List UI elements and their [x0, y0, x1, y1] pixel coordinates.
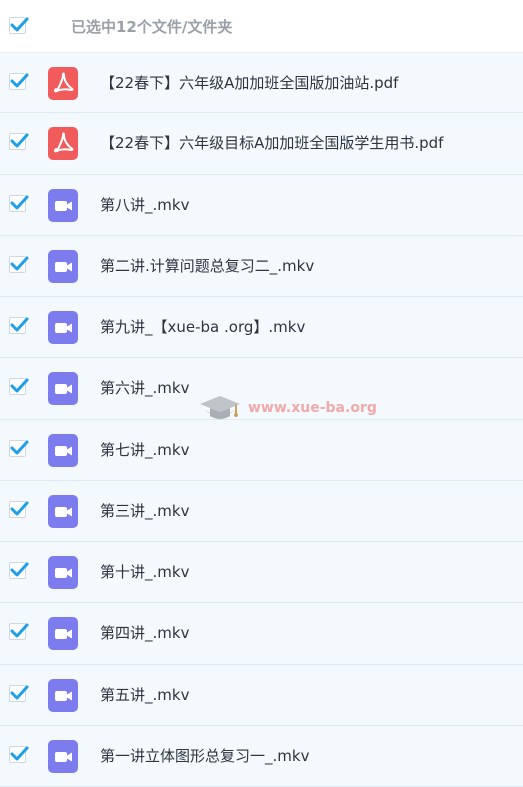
video-icon — [48, 433, 78, 467]
file-checkbox[interactable] — [9, 745, 29, 763]
file-checkbox[interactable] — [9, 133, 29, 151]
file-row[interactable]: 【22春下】六年级A加加班全国版加油站.pdf — [0, 52, 523, 114]
checkmark-icon — [10, 133, 29, 148]
file-checkbox[interactable] — [9, 255, 29, 273]
file-checkbox[interactable] — [9, 317, 29, 334]
file-row[interactable]: 第四讲_.mkv — [0, 603, 523, 665]
video-icon — [48, 372, 78, 406]
pdf-icon — [48, 127, 78, 161]
file-row[interactable]: 第二讲.计算问题总复习二_.mkv — [0, 235, 523, 297]
file-checkbox[interactable] — [9, 562, 29, 579]
select-all-checkbox[interactable] — [9, 17, 29, 34]
checkmark-icon — [10, 440, 29, 454]
checkmark-icon — [10, 17, 29, 32]
file-checkbox[interactable] — [9, 194, 29, 212]
checkmark-icon — [10, 562, 29, 577]
file-row[interactable]: 第三讲_.mkv — [0, 480, 523, 542]
video-icon — [48, 188, 78, 222]
file-checkbox[interactable] — [9, 684, 29, 702]
file-row[interactable]: 第七讲_.mkv — [0, 419, 523, 481]
file-name: 第七讲_.mkv — [100, 440, 190, 459]
file-row[interactable]: 第八讲_.mkv — [0, 174, 523, 236]
pdf-icon — [48, 67, 78, 100]
video-icon — [48, 249, 78, 283]
file-name: 【22春下】六年级目标A加加班全国版学生用书.pdf — [100, 134, 444, 153]
file-name: 第六讲_.mkv — [100, 379, 190, 398]
file-list: 【22春下】六年级A加加班全国版加油站.pdf 【22春下】六年级目标A加加班全国… — [0, 52, 523, 787]
file-checkbox[interactable] — [9, 73, 29, 90]
checkmark-icon — [10, 378, 29, 393]
file-name: 第八讲_.mkv — [100, 195, 190, 214]
file-row[interactable]: 第六讲_.mkv — [0, 358, 523, 420]
checkmark-icon — [10, 73, 29, 88]
checkmark-icon — [10, 501, 29, 516]
checkmark-icon — [10, 746, 29, 761]
file-row[interactable]: 第十讲_.mkv — [0, 542, 523, 604]
video-icon — [48, 678, 78, 712]
file-name: 第四讲_.mkv — [100, 624, 190, 643]
file-name: 第五讲_.mkv — [100, 685, 190, 704]
file-checkbox[interactable] — [9, 439, 29, 457]
video-icon — [48, 617, 78, 651]
file-row[interactable]: 第九讲_【xue-ba .org】.mkv — [0, 297, 523, 359]
file-checkbox[interactable] — [9, 623, 29, 641]
checkmark-icon — [10, 256, 29, 271]
file-name: 第三讲_.mkv — [100, 501, 190, 520]
video-icon — [48, 739, 78, 773]
file-name: 第九讲_【xue-ba .org】.mkv — [100, 318, 306, 336]
file-checkbox[interactable] — [9, 500, 29, 518]
video-icon — [48, 556, 78, 589]
file-name: 【22春下】六年级A加加班全国版加油站.pdf — [100, 74, 399, 92]
video-icon — [48, 494, 78, 528]
file-row[interactable]: 第一讲立体图形总复习一_.mkv — [0, 725, 523, 787]
checkmark-icon — [10, 317, 29, 332]
file-checkbox[interactable] — [9, 378, 29, 396]
file-row[interactable]: 【22春下】六年级目标A加加班全国版学生用书.pdf — [0, 113, 523, 175]
file-name: 第十讲_.mkv — [100, 563, 190, 581]
selection-header: 已选中12个文件/文件夹 — [0, 0, 523, 52]
selection-count-label: 已选中12个文件/文件夹 — [71, 18, 233, 36]
video-icon — [48, 311, 78, 344]
checkmark-icon — [10, 195, 29, 209]
file-row[interactable]: 第五讲_.mkv — [0, 664, 523, 726]
checkmark-icon — [10, 685, 29, 699]
file-name: 第二讲.计算问题总复习二_.mkv — [100, 256, 315, 275]
checkmark-icon — [10, 623, 29, 638]
